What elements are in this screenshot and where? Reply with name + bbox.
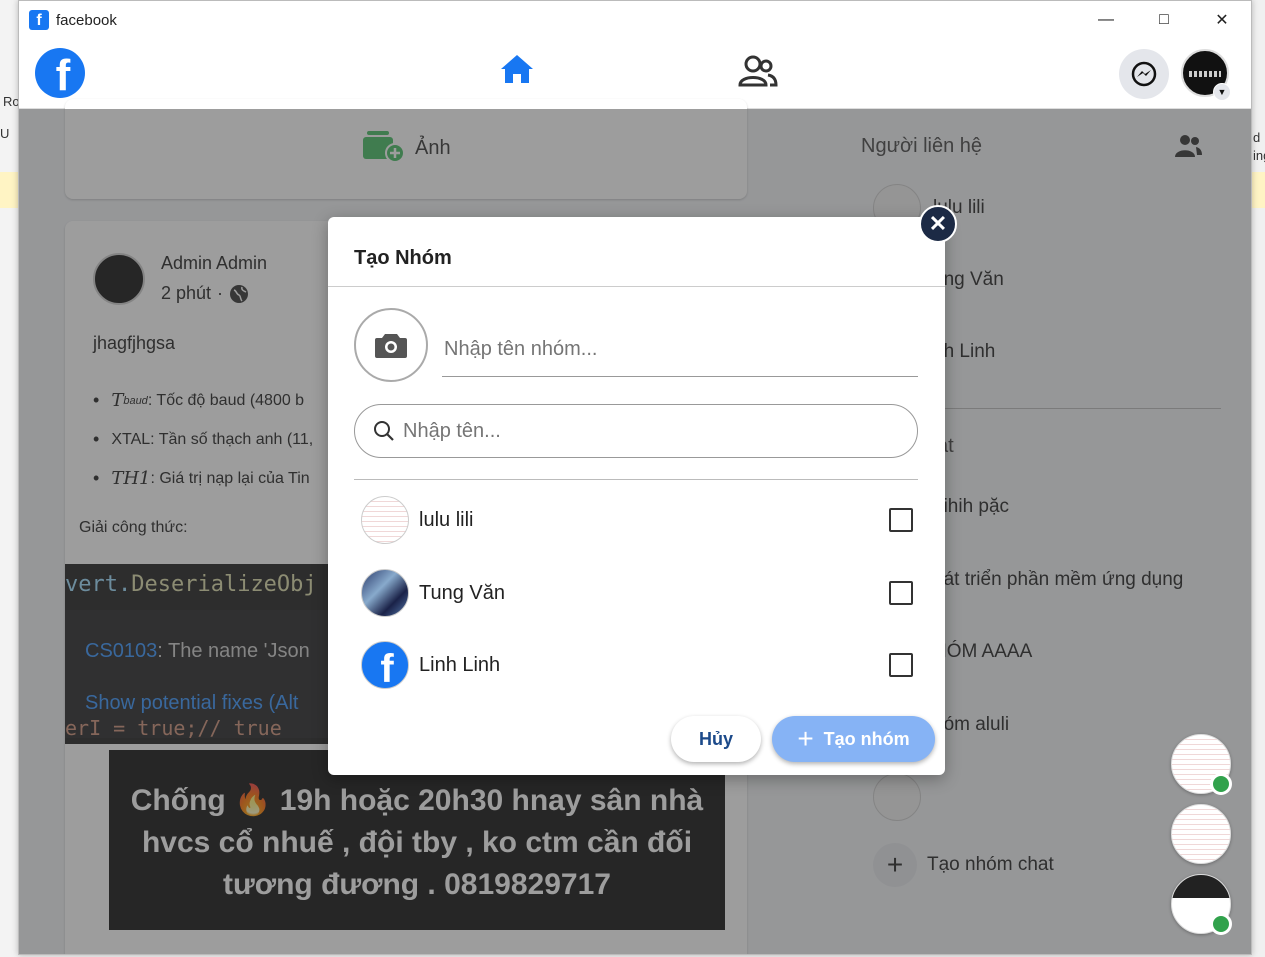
create-group-label: Tạo nhóm	[823, 728, 910, 749]
close-icon[interactable]: ✕	[919, 205, 957, 243]
create-group-modal: Tạo Nhóm ✕ lulu lili Tung Văn f Linh Lin…	[328, 205, 957, 775]
friend-checkbox[interactable]	[889, 581, 913, 605]
background-window-edge	[0, 0, 20, 957]
chat-head[interactable]	[1171, 804, 1231, 864]
app-window: f facebook — □ ✕ f ▼ Ảnh Admin Admin	[18, 0, 1252, 955]
facebook-app-icon: f	[29, 10, 49, 30]
messenger-button[interactable]	[1119, 49, 1169, 99]
chat-head[interactable]	[1171, 874, 1232, 935]
background-text: d	[1253, 130, 1261, 145]
modal-title: Tạo Nhóm	[354, 247, 452, 269]
group-photo-button[interactable]	[354, 308, 428, 382]
close-window-button[interactable]: ✕	[1193, 1, 1251, 39]
cancel-button[interactable]: Hủy	[671, 716, 761, 762]
friend-name: Tung Văn	[419, 581, 505, 604]
group-name-input[interactable]	[442, 323, 918, 377]
messenger-icon	[1131, 61, 1157, 87]
search-icon	[374, 421, 394, 441]
tab-friends[interactable]	[637, 39, 878, 103]
facebook-logo[interactable]: f	[35, 48, 85, 98]
background-text: U	[0, 126, 10, 141]
camera-icon	[375, 334, 407, 358]
friend-search-box[interactable]	[354, 404, 918, 458]
background-text: ing	[1253, 148, 1265, 163]
plus-icon: +	[797, 723, 814, 754]
friend-row[interactable]: Tung Văn	[361, 568, 918, 618]
divider	[328, 286, 945, 287]
friend-row[interactable]: f Linh Linh	[361, 640, 918, 690]
friend-name: lulu lili	[419, 508, 474, 531]
window-title: facebook	[56, 11, 117, 29]
online-indicator	[1210, 773, 1232, 795]
home-icon	[500, 55, 533, 83]
avatar	[361, 569, 409, 617]
search-input[interactable]	[403, 419, 883, 443]
chevron-down-icon[interactable]: ▼	[1213, 83, 1231, 101]
chat-head[interactable]	[1171, 734, 1232, 795]
create-group-button[interactable]: + Tạo nhóm	[772, 716, 935, 762]
friends-icon	[737, 55, 778, 87]
friend-row[interactable]: lulu lili	[361, 495, 918, 545]
maximize-button[interactable]: □	[1135, 1, 1193, 39]
tab-home[interactable]	[396, 39, 637, 103]
divider	[354, 479, 918, 480]
avatar	[361, 496, 409, 544]
friend-checkbox[interactable]	[889, 508, 913, 532]
friend-checkbox[interactable]	[889, 653, 913, 677]
minimize-button[interactable]: —	[1077, 1, 1135, 39]
facebook-avatar-icon: f	[361, 641, 409, 689]
online-indicator	[1210, 913, 1232, 935]
title-bar: f facebook — □ ✕	[19, 1, 1251, 39]
friend-name: Linh Linh	[419, 653, 501, 676]
